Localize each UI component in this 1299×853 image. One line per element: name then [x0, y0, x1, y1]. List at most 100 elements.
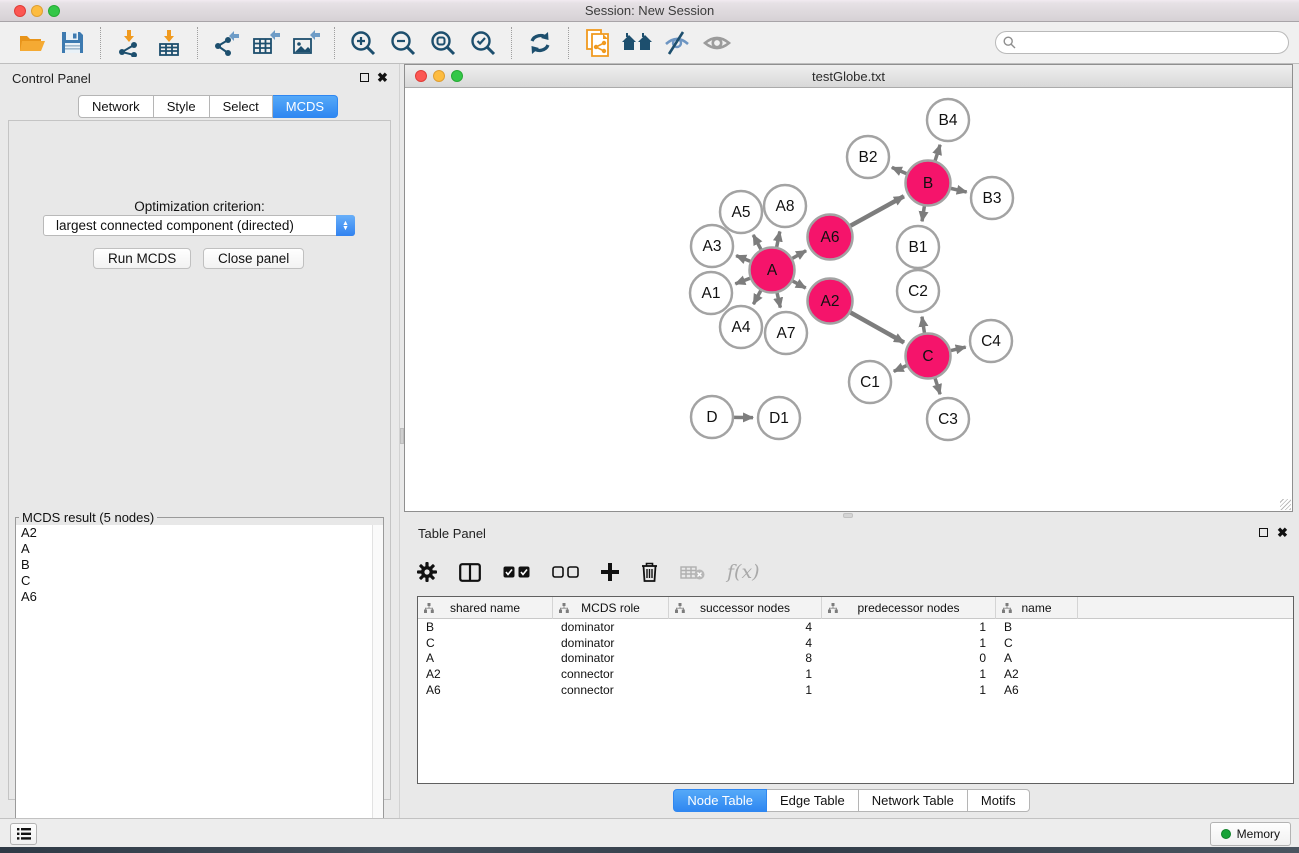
graph-node-A2[interactable]: A2 [808, 279, 853, 324]
gear-icon[interactable] [417, 562, 437, 582]
edge-A-A5[interactable] [753, 235, 761, 249]
cell-predecessor-nodes[interactable]: 1 [822, 620, 996, 636]
export-image-icon[interactable] [286, 25, 326, 61]
window-resize-grip[interactable] [1280, 499, 1291, 510]
column-header-shared-name[interactable]: shared name [418, 597, 553, 619]
cell-name[interactable]: A [996, 651, 1078, 667]
save-icon[interactable] [52, 25, 92, 61]
edge-B-B2[interactable] [892, 167, 907, 173]
edge-A2-C[interactable] [850, 313, 904, 343]
graph-node-A7[interactable]: A7 [765, 312, 807, 354]
run-mcds-button[interactable]: Run MCDS [93, 248, 191, 269]
mcds-result-item[interactable]: A6 [16, 589, 383, 605]
zoom-out-icon[interactable] [383, 25, 423, 61]
close-panel-icon[interactable]: ✖ [377, 70, 388, 86]
edge-C-C1[interactable] [894, 366, 907, 372]
cell-predecessor-nodes[interactable]: 0 [822, 651, 996, 667]
tab-mcds[interactable]: MCDS [273, 95, 338, 118]
hide-panel-eye-slash-icon[interactable] [657, 25, 697, 61]
edge-B-B4[interactable] [935, 145, 940, 161]
edge-C-C2[interactable] [922, 317, 924, 333]
graph-node-C[interactable]: C [906, 334, 951, 379]
zoom-in-icon[interactable] [343, 25, 383, 61]
table-float-panel-icon[interactable] [1259, 528, 1268, 537]
cell-successor-nodes[interactable]: 8 [669, 651, 822, 667]
graph-node-C4[interactable]: C4 [970, 320, 1012, 362]
cell-name[interactable]: C [996, 636, 1078, 652]
graph-node-B[interactable]: B [906, 161, 951, 206]
tab-style[interactable]: Style [154, 95, 210, 118]
cell-MCDS-role[interactable]: connector [553, 683, 669, 699]
network-window-titlebar[interactable]: testGlobe.txt [405, 65, 1292, 88]
graph-node-B1[interactable]: B1 [897, 226, 939, 268]
column-header-name[interactable]: name [996, 597, 1078, 619]
table-row[interactable]: Cdominator41C [418, 636, 1293, 652]
edge-A6-B[interactable] [851, 196, 904, 225]
graph-node-C2[interactable]: C2 [897, 270, 939, 312]
show-panel-eye-icon[interactable] [697, 25, 737, 61]
close-panel-button[interactable]: Close panel [203, 248, 304, 269]
tab-network-table[interactable]: Network Table [859, 789, 968, 812]
tab-node-table[interactable]: Node Table [673, 789, 767, 812]
cell-shared-name[interactable]: C [418, 636, 553, 652]
edge-B-B3[interactable] [951, 188, 967, 192]
graph-node-B3[interactable]: B3 [971, 177, 1013, 219]
cell-name[interactable]: A6 [996, 683, 1078, 699]
mcds-result-list[interactable]: A2ABCA6 [16, 525, 383, 852]
zoom-selected-icon[interactable] [463, 25, 503, 61]
cell-shared-name[interactable]: A2 [418, 667, 553, 683]
graph-node-A5[interactable]: A5 [720, 191, 762, 233]
column-header-predecessor-nodes[interactable]: predecessor nodes [822, 597, 996, 619]
column-icon[interactable] [459, 563, 481, 582]
graph-node-B4[interactable]: B4 [927, 99, 969, 141]
cell-predecessor-nodes[interactable]: 1 [822, 667, 996, 683]
table-row[interactable]: A2connector11A2 [418, 667, 1293, 683]
cell-MCDS-role[interactable]: dominator [553, 620, 669, 636]
cell-MCDS-role[interactable]: dominator [553, 651, 669, 667]
cell-MCDS-role[interactable]: dominator [553, 636, 669, 652]
select-none-unchecked-icon[interactable] [552, 566, 579, 578]
mcds-result-item[interactable]: A2 [16, 525, 383, 541]
tab-edge-table[interactable]: Edge Table [767, 789, 859, 812]
graph-node-C3[interactable]: C3 [927, 398, 969, 440]
cell-shared-name[interactable]: A [418, 651, 553, 667]
graph-node-A6[interactable]: A6 [808, 215, 853, 260]
table-row[interactable]: Bdominator41B [418, 620, 1293, 636]
mcds-result-item[interactable]: A [16, 541, 383, 557]
import-table-icon[interactable] [149, 25, 189, 61]
export-table-icon[interactable] [246, 25, 286, 61]
edge-C-C4[interactable] [951, 347, 966, 351]
graph-node-C1[interactable]: C1 [849, 361, 891, 403]
duplicate-network-icon[interactable] [577, 25, 617, 61]
select-all-checked-icon[interactable] [503, 566, 530, 578]
status-menu-button[interactable] [10, 823, 37, 845]
tab-select[interactable]: Select [210, 95, 273, 118]
cell-predecessor-nodes[interactable]: 1 [822, 636, 996, 652]
edge-A-A1[interactable] [735, 278, 750, 284]
import-network-icon[interactable] [109, 25, 149, 61]
network-canvas[interactable]: B4B2BB3A8A5A6A3B1AA1C2A2A4A7C4CC1C3DD1 [405, 88, 1292, 511]
edge-A-A7[interactable] [777, 293, 780, 308]
mcds-result-item[interactable]: C [16, 573, 383, 589]
cell-name[interactable]: A2 [996, 667, 1078, 683]
tab-motifs[interactable]: Motifs [968, 789, 1030, 812]
graph-node-D1[interactable]: D1 [758, 397, 800, 439]
cell-successor-nodes[interactable]: 4 [669, 636, 822, 652]
cell-name[interactable]: B [996, 620, 1078, 636]
graph-node-A8[interactable]: A8 [764, 185, 806, 227]
horizontal-splitter-grip[interactable] [843, 513, 853, 518]
tab-network[interactable]: Network [78, 95, 154, 118]
graph-node-B2[interactable]: B2 [847, 136, 889, 178]
edge-A-A3[interactable] [736, 256, 750, 262]
cell-successor-nodes[interactable]: 1 [669, 667, 822, 683]
float-panel-icon[interactable] [360, 73, 369, 82]
edge-A-A8[interactable] [777, 231, 780, 246]
graph-node-A4[interactable]: A4 [720, 306, 762, 348]
add-column-icon[interactable] [601, 563, 619, 581]
column-header-MCDS-role[interactable]: MCDS role [553, 597, 669, 619]
export-network-icon[interactable] [206, 25, 246, 61]
zoom-fit-icon[interactable] [423, 25, 463, 61]
graph-node-A1[interactable]: A1 [690, 272, 732, 314]
home-panels-icon[interactable] [617, 25, 657, 61]
column-header-successor-nodes[interactable]: successor nodes [669, 597, 822, 619]
